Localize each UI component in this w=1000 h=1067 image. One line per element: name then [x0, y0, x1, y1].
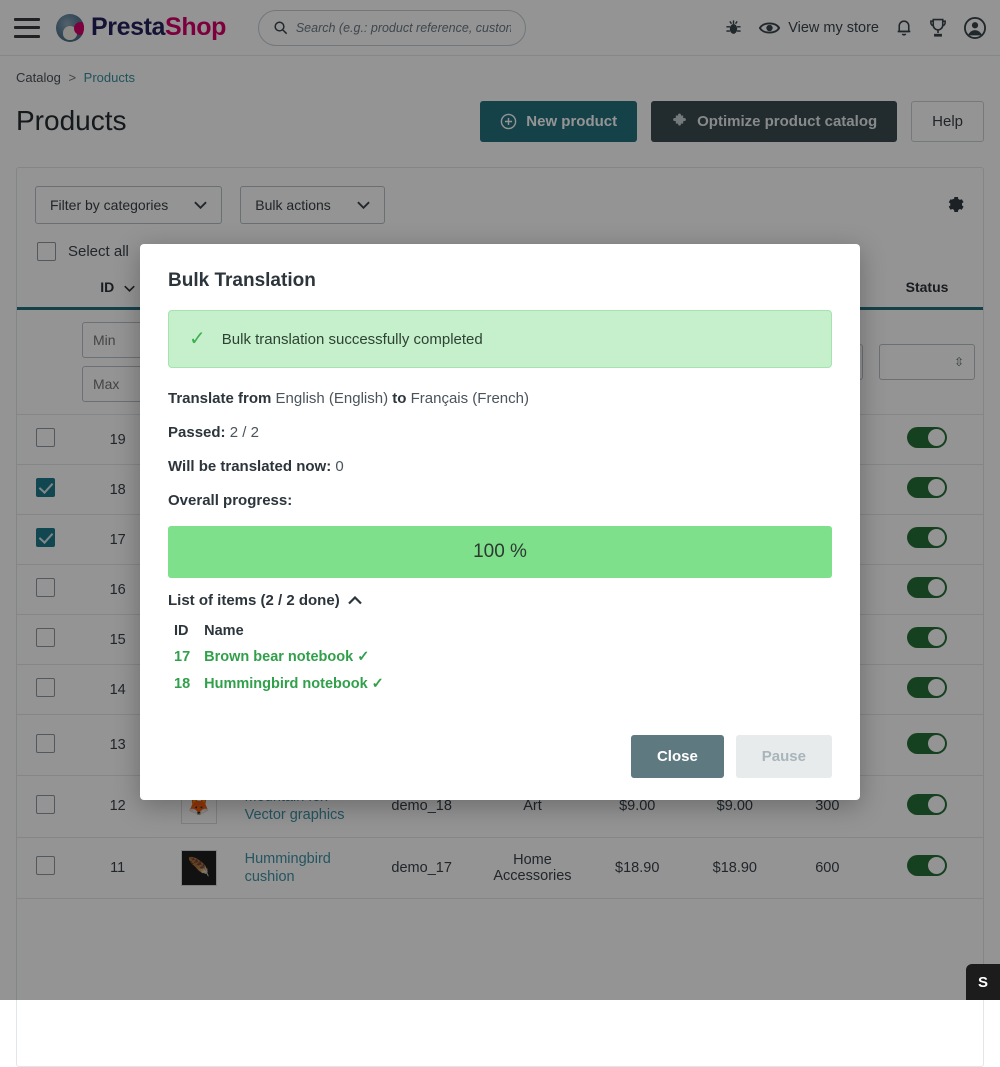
- overall-progress-label: Overall progress:: [168, 492, 292, 509]
- floating-widget[interactable]: S: [966, 964, 1000, 1000]
- close-button[interactable]: Close: [631, 735, 724, 778]
- translated-items-header-row: ID Name: [174, 623, 398, 649]
- translated-items-table: ID Name 17Brown bear notebook ✓18Humming…: [174, 623, 398, 703]
- progress-text: 100 %: [473, 541, 527, 563]
- overall-progress-line: Overall progress:: [168, 492, 832, 509]
- pause-button: Pause: [736, 735, 832, 778]
- floating-widget-label: S: [978, 974, 988, 991]
- translated-item-id: 17: [174, 649, 204, 676]
- translate-direction-line: Translate from English (English) to Fran…: [168, 390, 832, 407]
- to-label: to: [392, 390, 406, 407]
- target-language: Français (French): [411, 390, 529, 407]
- translated-items-body: 17Brown bear notebook ✓18Hummingbird not…: [174, 649, 398, 703]
- modal-title: Bulk Translation: [168, 270, 832, 292]
- translate-from-label: Translate from: [168, 390, 271, 407]
- check-icon: ✓: [189, 329, 206, 349]
- progress-bar-track: 100 %: [168, 526, 832, 578]
- translated-item-name: Hummingbird notebook ✓: [204, 676, 398, 703]
- passed-label: Passed:: [168, 424, 226, 441]
- list-of-items-label: List of items (2 / 2 done): [168, 592, 340, 609]
- translated-item-row: 18Hummingbird notebook ✓: [174, 676, 398, 703]
- passed-value: 2 / 2: [230, 424, 259, 441]
- translated-item-row: 17Brown bear notebook ✓: [174, 649, 398, 676]
- translated-items-head: ID Name: [174, 623, 398, 649]
- translated-item-id: 18: [174, 676, 204, 703]
- chevron-up-icon: [348, 596, 362, 605]
- translated-item-name: Brown bear notebook ✓: [204, 649, 398, 676]
- bulk-translation-modal: Bulk Translation ✓ Bulk translation succ…: [140, 244, 860, 800]
- progress-bar-fill: 100 %: [168, 526, 832, 578]
- list-of-items-toggle[interactable]: List of items (2 / 2 done): [168, 592, 832, 609]
- passed-line: Passed: 2 / 2: [168, 424, 832, 441]
- modal-footer: Close Pause: [168, 735, 832, 778]
- will-translate-line: Will be translated now: 0: [168, 458, 832, 475]
- will-translate-value: 0: [335, 458, 343, 475]
- source-language: English (English): [276, 390, 389, 407]
- success-alert: ✓ Bulk translation successfully complete…: [168, 310, 832, 368]
- will-translate-label: Will be translated now:: [168, 458, 331, 475]
- success-alert-text: Bulk translation successfully completed: [222, 331, 483, 348]
- items-header-id: ID: [174, 623, 204, 649]
- items-header-name: Name: [204, 623, 398, 649]
